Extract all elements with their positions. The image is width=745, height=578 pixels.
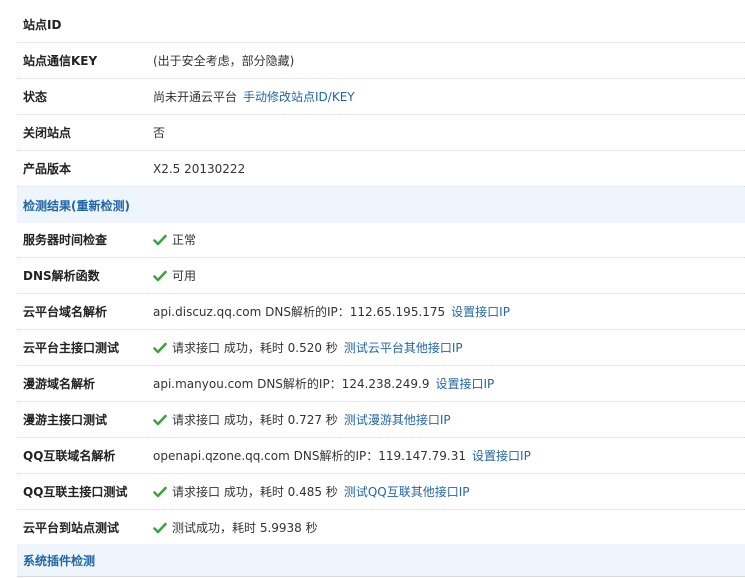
cloud-set-ip-link[interactable]: 设置接口IP xyxy=(451,303,510,320)
product-version-label: 产品版本 xyxy=(23,162,72,176)
check-icon xyxy=(153,414,167,425)
qq-connect-set-ip-link[interactable]: 设置接口IP xyxy=(472,447,531,464)
status-label: 状态 xyxy=(23,90,48,104)
dns-function-value-container: 可用 xyxy=(153,258,196,293)
server-time-value-container: 正常 xyxy=(153,222,196,257)
cloud-dns-label: 云平台域名解析 xyxy=(23,305,108,319)
site-key-value: (出于安全考虑，部分隐藏) xyxy=(153,54,295,68)
manyou-dns-row: 漫游域名解析 api.manyou.com DNS解析的IP：124.238.2… xyxy=(17,366,745,402)
qq-connect-dns-label: QQ互联域名解析 xyxy=(23,449,116,463)
manyou-main-api-row: 漫游主接口测试 请求接口 成功，耗时 0.727 秒 测试漫游其他接口IP xyxy=(17,402,745,438)
cloud-main-api-row: 云平台主接口测试 请求接口 成功，耗时 0.520 秒 测试云平台其他接口IP xyxy=(17,330,745,366)
cloud-main-api-value-container: 请求接口 成功，耗时 0.520 秒 测试云平台其他接口IP xyxy=(153,330,463,365)
manyou-main-api-label: 漫游主接口测试 xyxy=(23,413,108,427)
manyou-dns-value: api.manyou.com DNS解析的IP：124.238.249.9 xyxy=(153,377,430,391)
site-closed-row: 关闭站点 否 xyxy=(17,115,745,151)
server-time-value: 正常 xyxy=(172,233,197,247)
status-value-container: 尚未开通云平台 手动修改站点ID/KEY xyxy=(153,79,355,114)
cloud-dns-row: 云平台域名解析 api.discuz.qq.com DNS解析的IP：112.6… xyxy=(17,294,745,330)
divider xyxy=(17,576,745,577)
cloud-to-site-row: 云平台到站点测试 测试成功，耗时 5.9938 秒 xyxy=(17,510,745,546)
cloud-main-api-label: 云平台主接口测试 xyxy=(23,341,120,355)
cloud-to-site-value: 测试成功，耗时 5.9938 秒 xyxy=(172,521,318,535)
product-version-row: 产品版本 X2.5 20130222 xyxy=(17,151,745,187)
test-manyou-other-ip-link[interactable]: 测试漫游其他接口IP xyxy=(344,411,451,428)
cloud-dns-value-container: api.discuz.qq.com DNS解析的IP：112.65.195.17… xyxy=(153,294,510,329)
qq-connect-main-api-label: QQ互联主接口测试 xyxy=(23,485,128,499)
cloud-to-site-label: 云平台到站点测试 xyxy=(23,521,120,535)
check-icon xyxy=(153,342,167,353)
site-id-label: 站点ID xyxy=(23,18,62,32)
plugin-check-header: 系统插件检测 xyxy=(17,544,745,576)
site-key-row: 站点通信KEY (出于安全考虑，部分隐藏) xyxy=(17,43,745,79)
product-version-value: X2.5 20130222 xyxy=(153,161,246,176)
qq-connect-main-api-value: 请求接口 成功，耗时 0.485 秒 xyxy=(172,485,338,499)
qq-connect-main-api-value-container: 请求接口 成功，耗时 0.485 秒 测试QQ互联其他接口IP xyxy=(153,474,469,509)
test-qq-connect-other-ip-link[interactable]: 测试QQ互联其他接口IP xyxy=(344,483,470,500)
check-icon xyxy=(153,270,167,281)
cloud-dns-value: api.discuz.qq.com DNS解析的IP：112.65.195.17… xyxy=(153,305,446,319)
check-results-header: 检测结果(重新检测) xyxy=(17,187,745,223)
cloud-to-site-value-container: 测试成功，耗时 5.9938 秒 xyxy=(153,510,318,545)
status-row: 状态 尚未开通云平台 手动修改站点ID/KEY xyxy=(17,79,745,115)
manyou-dns-value-container: api.manyou.com DNS解析的IP：124.238.249.9 设置… xyxy=(153,366,494,401)
manyou-main-api-value-container: 请求接口 成功，耗时 0.727 秒 测试漫游其他接口IP xyxy=(153,402,451,437)
test-cloud-other-ip-link[interactable]: 测试云平台其他接口IP xyxy=(344,339,463,356)
qq-connect-dns-value-container: openapi.qzone.qq.com DNS解析的IP：119.147.79… xyxy=(153,438,531,473)
site-id-row: 站点ID xyxy=(17,7,745,43)
qq-connect-main-api-row: QQ互联主接口测试 请求接口 成功，耗时 0.485 秒 测试QQ互联其他接口I… xyxy=(17,474,745,510)
manyou-dns-label: 漫游域名解析 xyxy=(23,377,96,391)
site-closed-value: 否 xyxy=(153,126,166,140)
qq-connect-dns-value: openapi.qzone.qq.com DNS解析的IP：119.147.79… xyxy=(153,449,467,463)
cloud-platform-diagnostics: 站点ID 站点通信KEY (出于安全考虑，部分隐藏) 状态 尚未开通云平台 手动… xyxy=(0,0,745,578)
check-icon xyxy=(153,234,167,245)
server-time-row: 服务器时间检查 正常 xyxy=(17,222,745,258)
server-time-label: 服务器时间检查 xyxy=(23,233,108,247)
manyou-main-api-value: 请求接口 成功，耗时 0.727 秒 xyxy=(172,413,338,427)
dns-function-value: 可用 xyxy=(172,269,197,283)
dns-function-row: DNS解析函数 可用 xyxy=(17,258,745,294)
site-key-label: 站点通信KEY xyxy=(23,54,98,68)
check-icon xyxy=(153,486,167,497)
site-closed-label: 关闭站点 xyxy=(23,126,72,140)
qq-connect-dns-row: QQ互联域名解析 openapi.qzone.qq.com DNS解析的IP：1… xyxy=(17,438,745,474)
check-results-title[interactable]: 检测结果(重新检测) xyxy=(23,197,130,214)
manyou-set-ip-link[interactable]: 设置接口IP xyxy=(435,375,494,392)
edit-site-key-link[interactable]: 手动修改站点ID/KEY xyxy=(243,88,355,105)
dns-function-label: DNS解析函数 xyxy=(23,269,100,283)
plugin-check-title: 系统插件检测 xyxy=(23,553,96,568)
check-icon xyxy=(153,522,167,533)
cloud-main-api-value: 请求接口 成功，耗时 0.520 秒 xyxy=(172,341,338,355)
status-value: 尚未开通云平台 xyxy=(153,90,238,104)
